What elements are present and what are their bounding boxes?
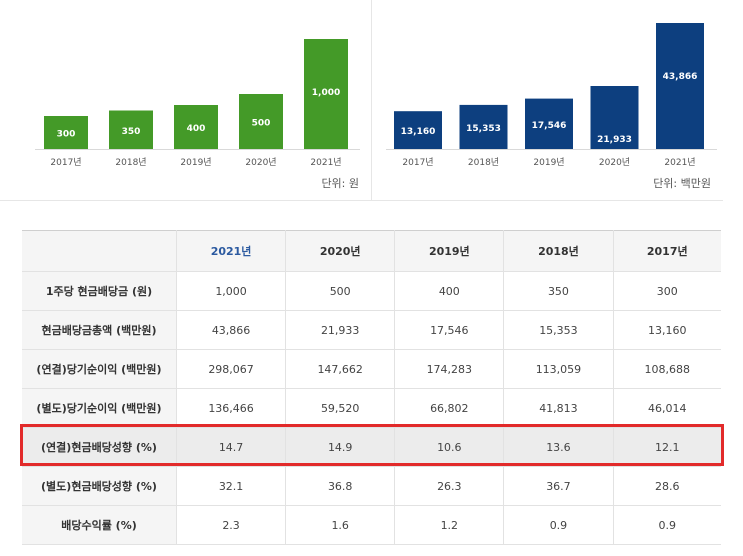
table-cell: 14.9 xyxy=(285,427,396,467)
table-cell: 15,353 xyxy=(503,310,614,350)
table-cell: 136,466 xyxy=(176,388,287,428)
table-cell: 12.1 xyxy=(613,427,721,467)
data-label: 400 xyxy=(187,124,206,134)
data-label: 1,000 xyxy=(312,88,340,98)
tick-label: 2018년 xyxy=(468,157,499,168)
row-label: 1주당 현금배당금 (원) xyxy=(22,271,177,311)
tick-label: 2020년 xyxy=(599,157,630,168)
bar xyxy=(656,23,704,149)
table-cell: 21,933 xyxy=(285,310,396,350)
table-cell: 32.1 xyxy=(176,466,287,506)
table-cell: 1,000 xyxy=(176,271,287,311)
table-cell: 300 xyxy=(613,271,721,311)
tick-label: 2019년 xyxy=(180,157,211,168)
table-cell: 36.7 xyxy=(503,466,614,506)
table-cell: 43,866 xyxy=(176,310,287,350)
tick-label: 2017년 xyxy=(402,157,433,168)
table-cell: 1.2 xyxy=(394,505,505,545)
table-cell: 400 xyxy=(394,271,505,311)
table-cell: 46,014 xyxy=(613,388,721,428)
table-row: 현금배당금총액 (백만원) 43,866 21,933 17,546 15,35… xyxy=(22,310,721,350)
table-cell: 13,160 xyxy=(613,310,721,350)
data-label: 21,933 xyxy=(597,135,632,145)
table-row-highlighted: (연결)현금배당성향 (%) 14.7 14.9 10.6 13.6 12.1 xyxy=(22,427,721,467)
data-label: 17,546 xyxy=(532,121,567,131)
table-cell: 17,546 xyxy=(394,310,505,350)
tick-label: 2017년 xyxy=(50,157,81,168)
table-cell: 350 xyxy=(503,271,614,311)
header-cell xyxy=(22,230,177,272)
table-cell: 298,067 xyxy=(176,349,287,389)
table-cell: 59,520 xyxy=(285,388,396,428)
total-dividend-chart: 13,160 2017년 15,353 2018년 17,546 2019년 21,933 2… xyxy=(371,0,723,201)
table-cell: 147,662 xyxy=(285,349,396,389)
row-label: (별도)현금배당성향 (%) xyxy=(22,466,177,506)
table-cell: 28.6 xyxy=(613,466,721,506)
table-cell: 2.3 xyxy=(176,505,287,545)
header-cell: 2021년 xyxy=(176,230,287,272)
dividend-per-share-chart: 300 2017년 350 2018년 400 2019년 500 2020년 1,000 202… xyxy=(0,0,371,201)
total-dividend-svg: 13,160 2017년 15,353 2018년 17,546 2019년 21,933 2… xyxy=(386,23,717,168)
dividend-per-share-svg: 300 2017년 350 2018년 400 2019년 500 2020년 1,000 202… xyxy=(35,39,360,168)
table-cell: 41,813 xyxy=(503,388,614,428)
header-cell: 2019년 xyxy=(394,230,505,272)
table-row: 배당수익률 (%) 2.3 1.6 1.2 0.9 0.9 xyxy=(22,505,721,545)
data-label: 500 xyxy=(252,119,271,129)
table-header-row: 2021년 2020년 2019년 2018년 2017년 xyxy=(22,230,721,272)
data-label: 43,866 xyxy=(663,72,698,82)
tick-label: 2021년 xyxy=(310,157,341,168)
table-cell: 1.6 xyxy=(285,505,396,545)
table-row: 1주당 현금배당금 (원) 1,000 500 400 350 300 xyxy=(22,271,721,311)
table-cell: 0.9 xyxy=(503,505,614,545)
tick-label: 2018년 xyxy=(115,157,146,168)
row-label: 배당수익률 (%) xyxy=(22,505,177,545)
table-row: (별도)현금배당성향 (%) 32.1 36.8 26.3 36.7 28.6 xyxy=(22,466,721,506)
table-cell: 10.6 xyxy=(394,427,505,467)
table-cell: 26.3 xyxy=(394,466,505,506)
table-cell: 174,283 xyxy=(394,349,505,389)
table-cell: 13.6 xyxy=(503,427,614,467)
tick-label: 2021년 xyxy=(664,157,695,168)
dividend-table: 2021년 2020년 2019년 2018년 2017년 1주당 현금배당금 … xyxy=(22,230,721,545)
table-row: (별도)당기순이익 (백만원) 136,466 59,520 66,802 41… xyxy=(22,388,721,428)
table-cell: 108,688 xyxy=(613,349,721,389)
tick-label: 2019년 xyxy=(533,157,564,168)
row-label: (별도)당기순이익 (백만원) xyxy=(22,388,177,428)
table-cell: 66,802 xyxy=(394,388,505,428)
table-cell: 113,059 xyxy=(503,349,614,389)
table-row: (연결)당기순이익 (백만원) 298,067 147,662 174,283 … xyxy=(22,349,721,389)
table-cell: 500 xyxy=(285,271,396,311)
table-cell: 0.9 xyxy=(613,505,721,545)
row-label: (연결)당기순이익 (백만원) xyxy=(22,349,177,389)
header-cell: 2018년 xyxy=(503,230,614,272)
unit-label: 단위: 백만원 xyxy=(653,177,711,190)
tick-label: 2020년 xyxy=(245,157,276,168)
data-label: 15,353 xyxy=(466,124,501,134)
unit-label: 단위: 원 xyxy=(321,177,359,190)
header-cell: 2017년 xyxy=(613,230,721,272)
data-label: 350 xyxy=(122,127,141,137)
data-label: 300 xyxy=(57,130,76,140)
row-label: (연결)현금배당성향 (%) xyxy=(22,427,177,467)
table-cell: 14.7 xyxy=(176,427,287,467)
header-cell: 2020년 xyxy=(285,230,396,272)
data-label: 13,160 xyxy=(401,127,436,137)
row-label: 현금배당금총액 (백만원) xyxy=(22,310,177,350)
table-cell: 36.8 xyxy=(285,466,396,506)
